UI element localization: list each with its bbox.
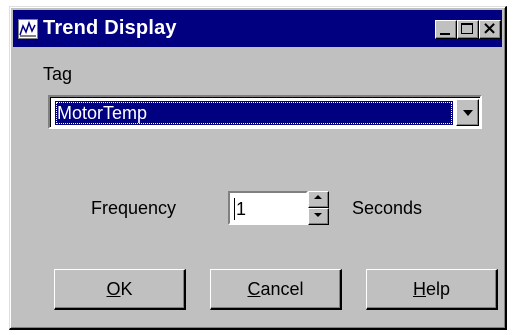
dropdown-arrow-button[interactable] [456, 99, 479, 126]
ok-accelerator: O [106, 279, 121, 299]
maximize-button[interactable] [457, 20, 479, 39]
arrow-down-icon [314, 213, 322, 217]
help-label-rest: elp [425, 279, 451, 299]
tag-selected-value[interactable]: MotorTemp [55, 101, 453, 125]
cancel-accelerator: C [247, 279, 261, 299]
tag-dropdown-frame: MotorTemp [50, 97, 480, 127]
arrow-up-icon [314, 195, 322, 199]
window-title: Trend Display [43, 17, 177, 39]
chevron-down-icon [463, 110, 473, 116]
cancel-label-rest: ancel [260, 279, 304, 299]
close-button[interactable]: × [479, 18, 501, 39]
tag-dropdown[interactable]: MotorTemp [48, 95, 482, 129]
frequency-label: Frequency [91, 198, 177, 218]
close-icon: × [482, 18, 498, 39]
frequency-decrement-button[interactable] [308, 208, 329, 225]
cancel-button[interactable]: Cancel [210, 269, 342, 310]
minimize-button[interactable] [435, 20, 457, 39]
maximize-icon [461, 23, 473, 34]
minimize-icon [440, 33, 450, 35]
tag-label: Tag [43, 64, 73, 84]
frequency-value: 1 [234, 198, 247, 220]
frequency-increment-button[interactable] [308, 191, 329, 208]
help-button[interactable]: Help [366, 269, 498, 310]
frequency-unit-label: Seconds [352, 198, 423, 218]
trend-display-window: Trend Display × Tag MotorTemp Frequency … [9, 6, 507, 330]
title-bar[interactable]: Trend Display × [13, 10, 502, 47]
ok-label-rest: K [120, 279, 133, 299]
help-accelerator: H [412, 279, 426, 299]
trend-chart-icon [18, 19, 38, 39]
frequency-input[interactable]: 1 [228, 191, 308, 225]
ok-button[interactable]: OK [54, 269, 186, 310]
